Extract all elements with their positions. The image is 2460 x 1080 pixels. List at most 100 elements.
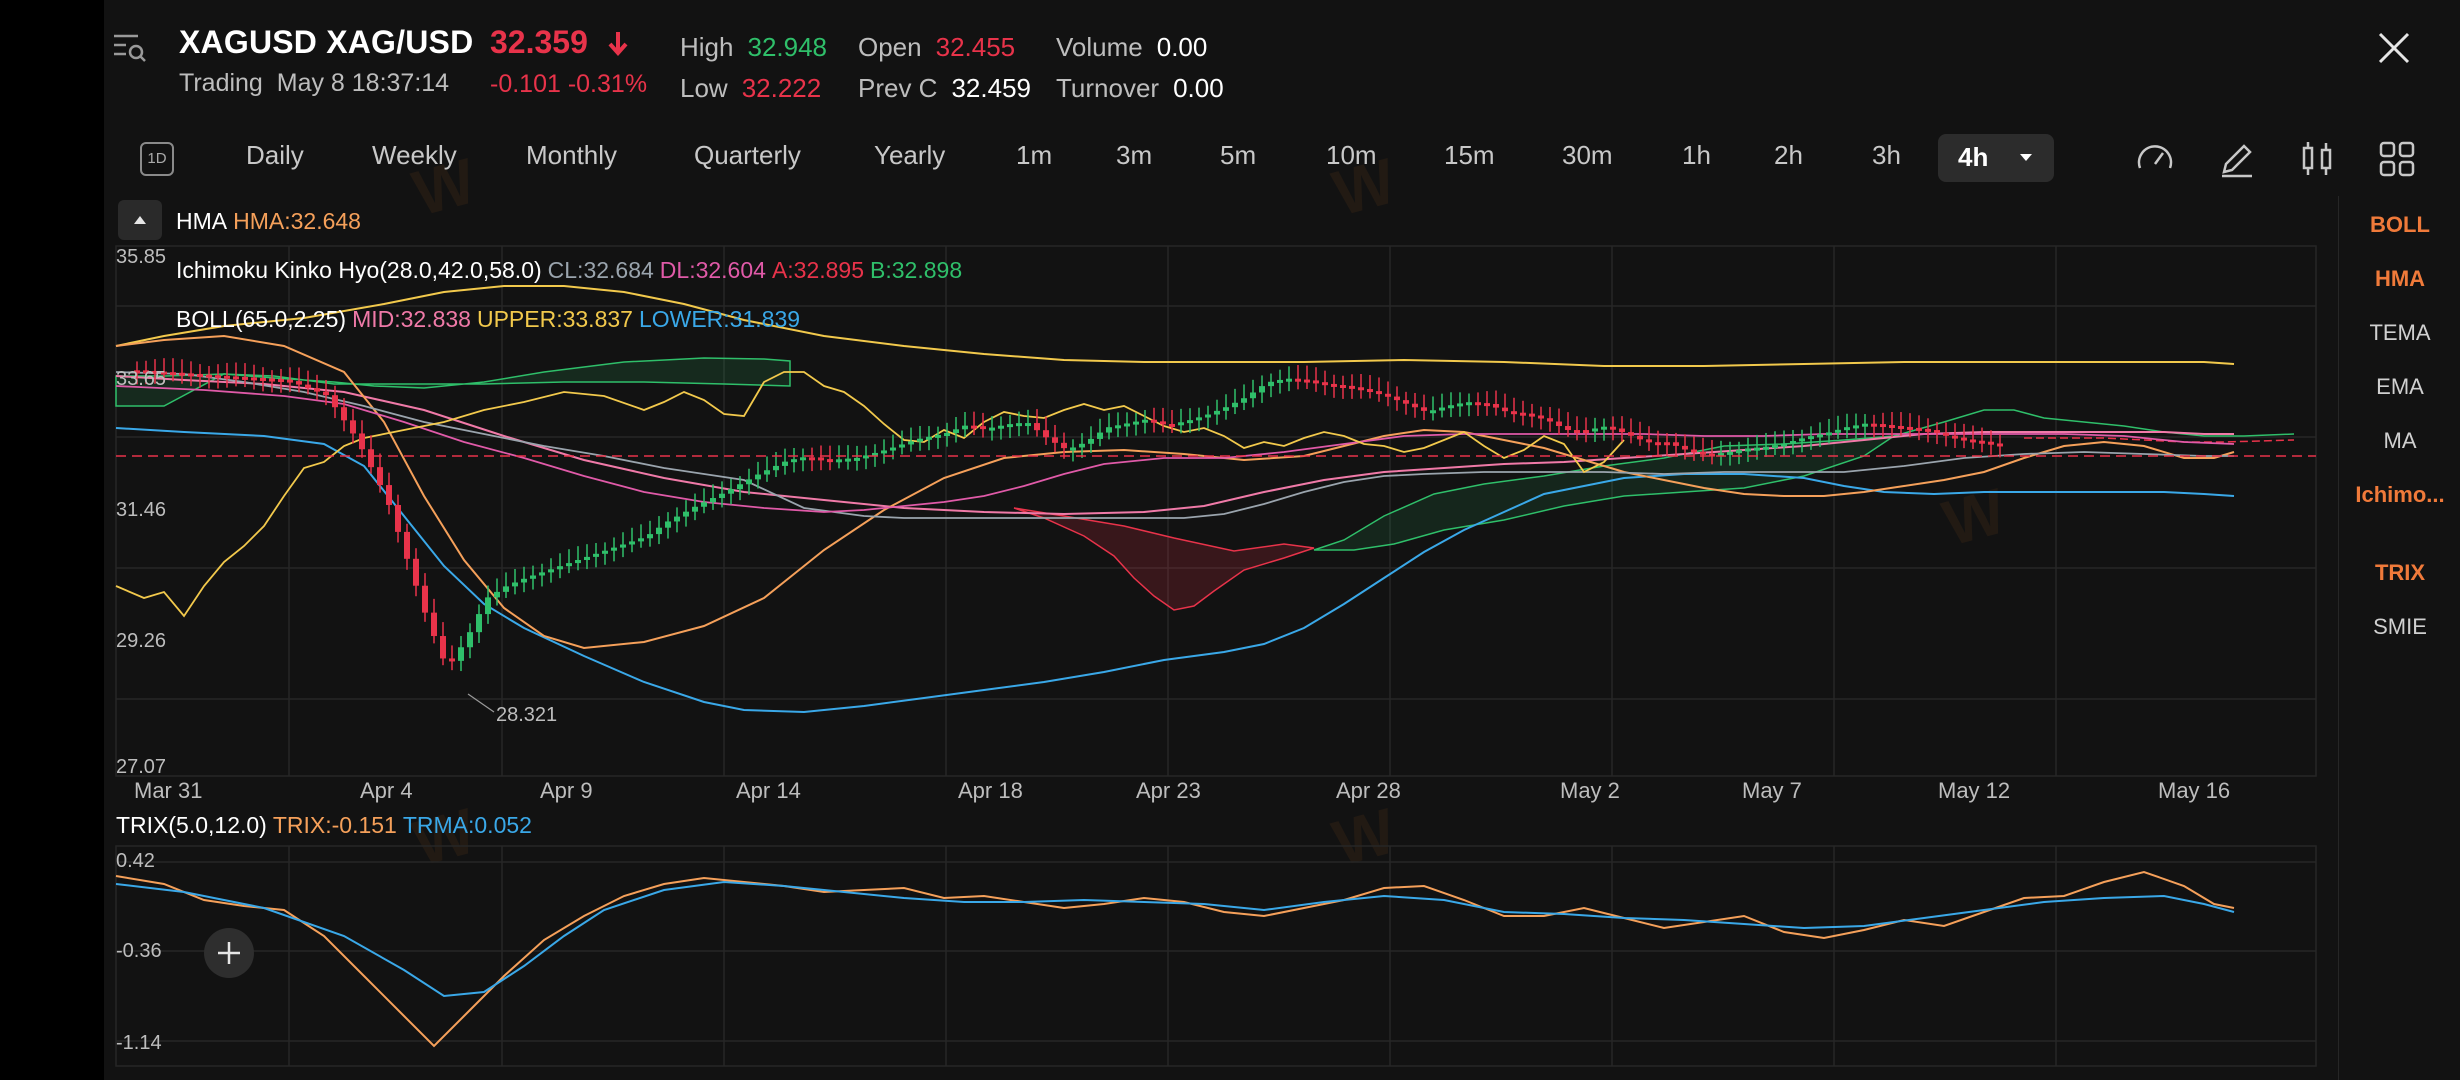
candle-body [881,450,887,454]
stat-prev-close: Prev C 32.459 [858,73,1031,103]
pencil-icon[interactable] [2216,138,2258,180]
x-label: May 12 [1938,778,2011,803]
ichimoku-cl-line [115,371,2234,519]
candle-body [1097,432,1103,439]
y-label: 33.65 [116,368,167,390]
tab-quarterly[interactable]: Quarterly [694,140,801,171]
candle-body [1277,379,1283,383]
day-badge-button[interactable]: 1D [140,142,174,176]
candle-body [1610,426,1616,430]
y-label: 29.26 [116,630,167,652]
candle-body [1151,419,1157,423]
candlestick-icon[interactable] [2296,138,2338,180]
candle-body [1466,402,1472,406]
candle-body [1250,392,1256,399]
candle-body [323,391,329,396]
candle-body [350,420,356,434]
symbol-title: XAGUSD XAG/USD [179,24,474,60]
candle-body [1700,451,1706,455]
candle-body [1502,407,1508,412]
candle-body [179,372,185,376]
tab-10m[interactable]: 10m [1326,140,1377,171]
tab-2h[interactable]: 2h [1774,140,1803,171]
menu-search-icon[interactable] [112,30,148,66]
candle-body [296,381,302,385]
price-change: -0.101 -0.31% [490,70,648,98]
candle-body [1232,402,1238,408]
candle-body [1925,428,1931,432]
candle-body [1727,451,1733,455]
candle-body [260,377,266,381]
candle-body [1079,443,1085,448]
candle-body [1241,398,1247,403]
candle-body [224,375,230,379]
candle-body [539,572,545,576]
candle-body [1322,382,1328,386]
side-item-hma[interactable]: HMA [2339,266,2460,292]
candle-body [944,433,950,437]
candle-body [953,429,959,434]
tab-15m[interactable]: 15m [1444,140,1495,171]
candle-body [359,433,365,450]
candle-body [620,544,626,548]
candle-body [845,458,851,462]
candle-body [1448,405,1454,409]
trix-y-label: -1.14 [116,1032,162,1054]
side-item-ema[interactable]: EMA [2339,374,2460,400]
ichimoku-cloud-red [1013,507,1315,611]
tab-30m[interactable]: 30m [1562,140,1613,171]
candle-body [1835,429,1841,433]
add-indicator-button[interactable] [204,928,254,978]
candle-body [1943,432,1949,436]
candle-body [1979,440,1985,444]
trma-line [115,880,2235,998]
tab-3m[interactable]: 3m [1116,140,1152,171]
candle-body [1880,424,1886,428]
candle-body [1349,385,1355,389]
tab-monthly[interactable]: Monthly [526,140,617,171]
chart-app: W W W W W XAGUSD XAG/USD 32.359 Trading … [104,0,2460,1080]
candle-body [332,395,338,408]
side-item-boll[interactable]: BOLL [2339,212,2460,238]
x-label: Apr 9 [540,778,593,803]
speedometer-icon[interactable] [2134,138,2176,180]
candle-body [1763,446,1769,450]
tab-3h[interactable]: 3h [1872,140,1901,171]
tab-yearly[interactable]: Yearly [874,140,945,171]
candle-body [746,479,752,485]
side-item-tema[interactable]: TEMA [2339,320,2460,346]
candle-body [278,379,284,383]
tab-daily[interactable]: Daily [246,140,304,171]
candle-body [1394,396,1400,401]
candle-body [1754,447,1760,451]
grid-layout-icon[interactable] [2376,138,2418,180]
candle-body [1214,410,1220,415]
tab-1h[interactable]: 1h [1682,140,1711,171]
side-item-ma[interactable]: MA [2339,428,2460,454]
candle-body [1484,403,1490,407]
candle-body [377,467,383,486]
y-label: 31.46 [116,499,167,521]
candle-body [602,550,608,554]
tab-4h-active[interactable]: 4h [1938,134,2054,182]
side-item-ichimoku[interactable]: Ichimo... [2339,482,2460,508]
timeframe-toolbar: 1D Daily Weekly Monthly Quarterly Yearly… [104,134,2460,184]
close-icon[interactable] [2374,28,2414,68]
candle-body [917,438,923,442]
tab-1m[interactable]: 1m [1016,140,1052,171]
trix-y-label: -0.36 [116,940,162,962]
tab-weekly[interactable]: Weekly [372,140,457,171]
candle-body [782,461,788,466]
candle-body [1565,426,1571,431]
candle-body [1538,415,1544,419]
tab-5m[interactable]: 5m [1220,140,1256,171]
candle-body [971,425,977,429]
quote-time: May 8 18:37:14 [276,69,450,97]
candle-body [1970,439,1976,443]
candle-body [1628,432,1634,436]
collapse-legend-button[interactable] [118,200,162,240]
side-item-trix[interactable]: TRIX [2339,560,2460,586]
candle-body [710,498,716,503]
chart-area[interactable]: HMA HMA:32.648 Ichimoku Kinko Hyo(28.0,42… [104,196,2334,1080]
side-item-smie[interactable]: SMIE [2339,614,2460,640]
